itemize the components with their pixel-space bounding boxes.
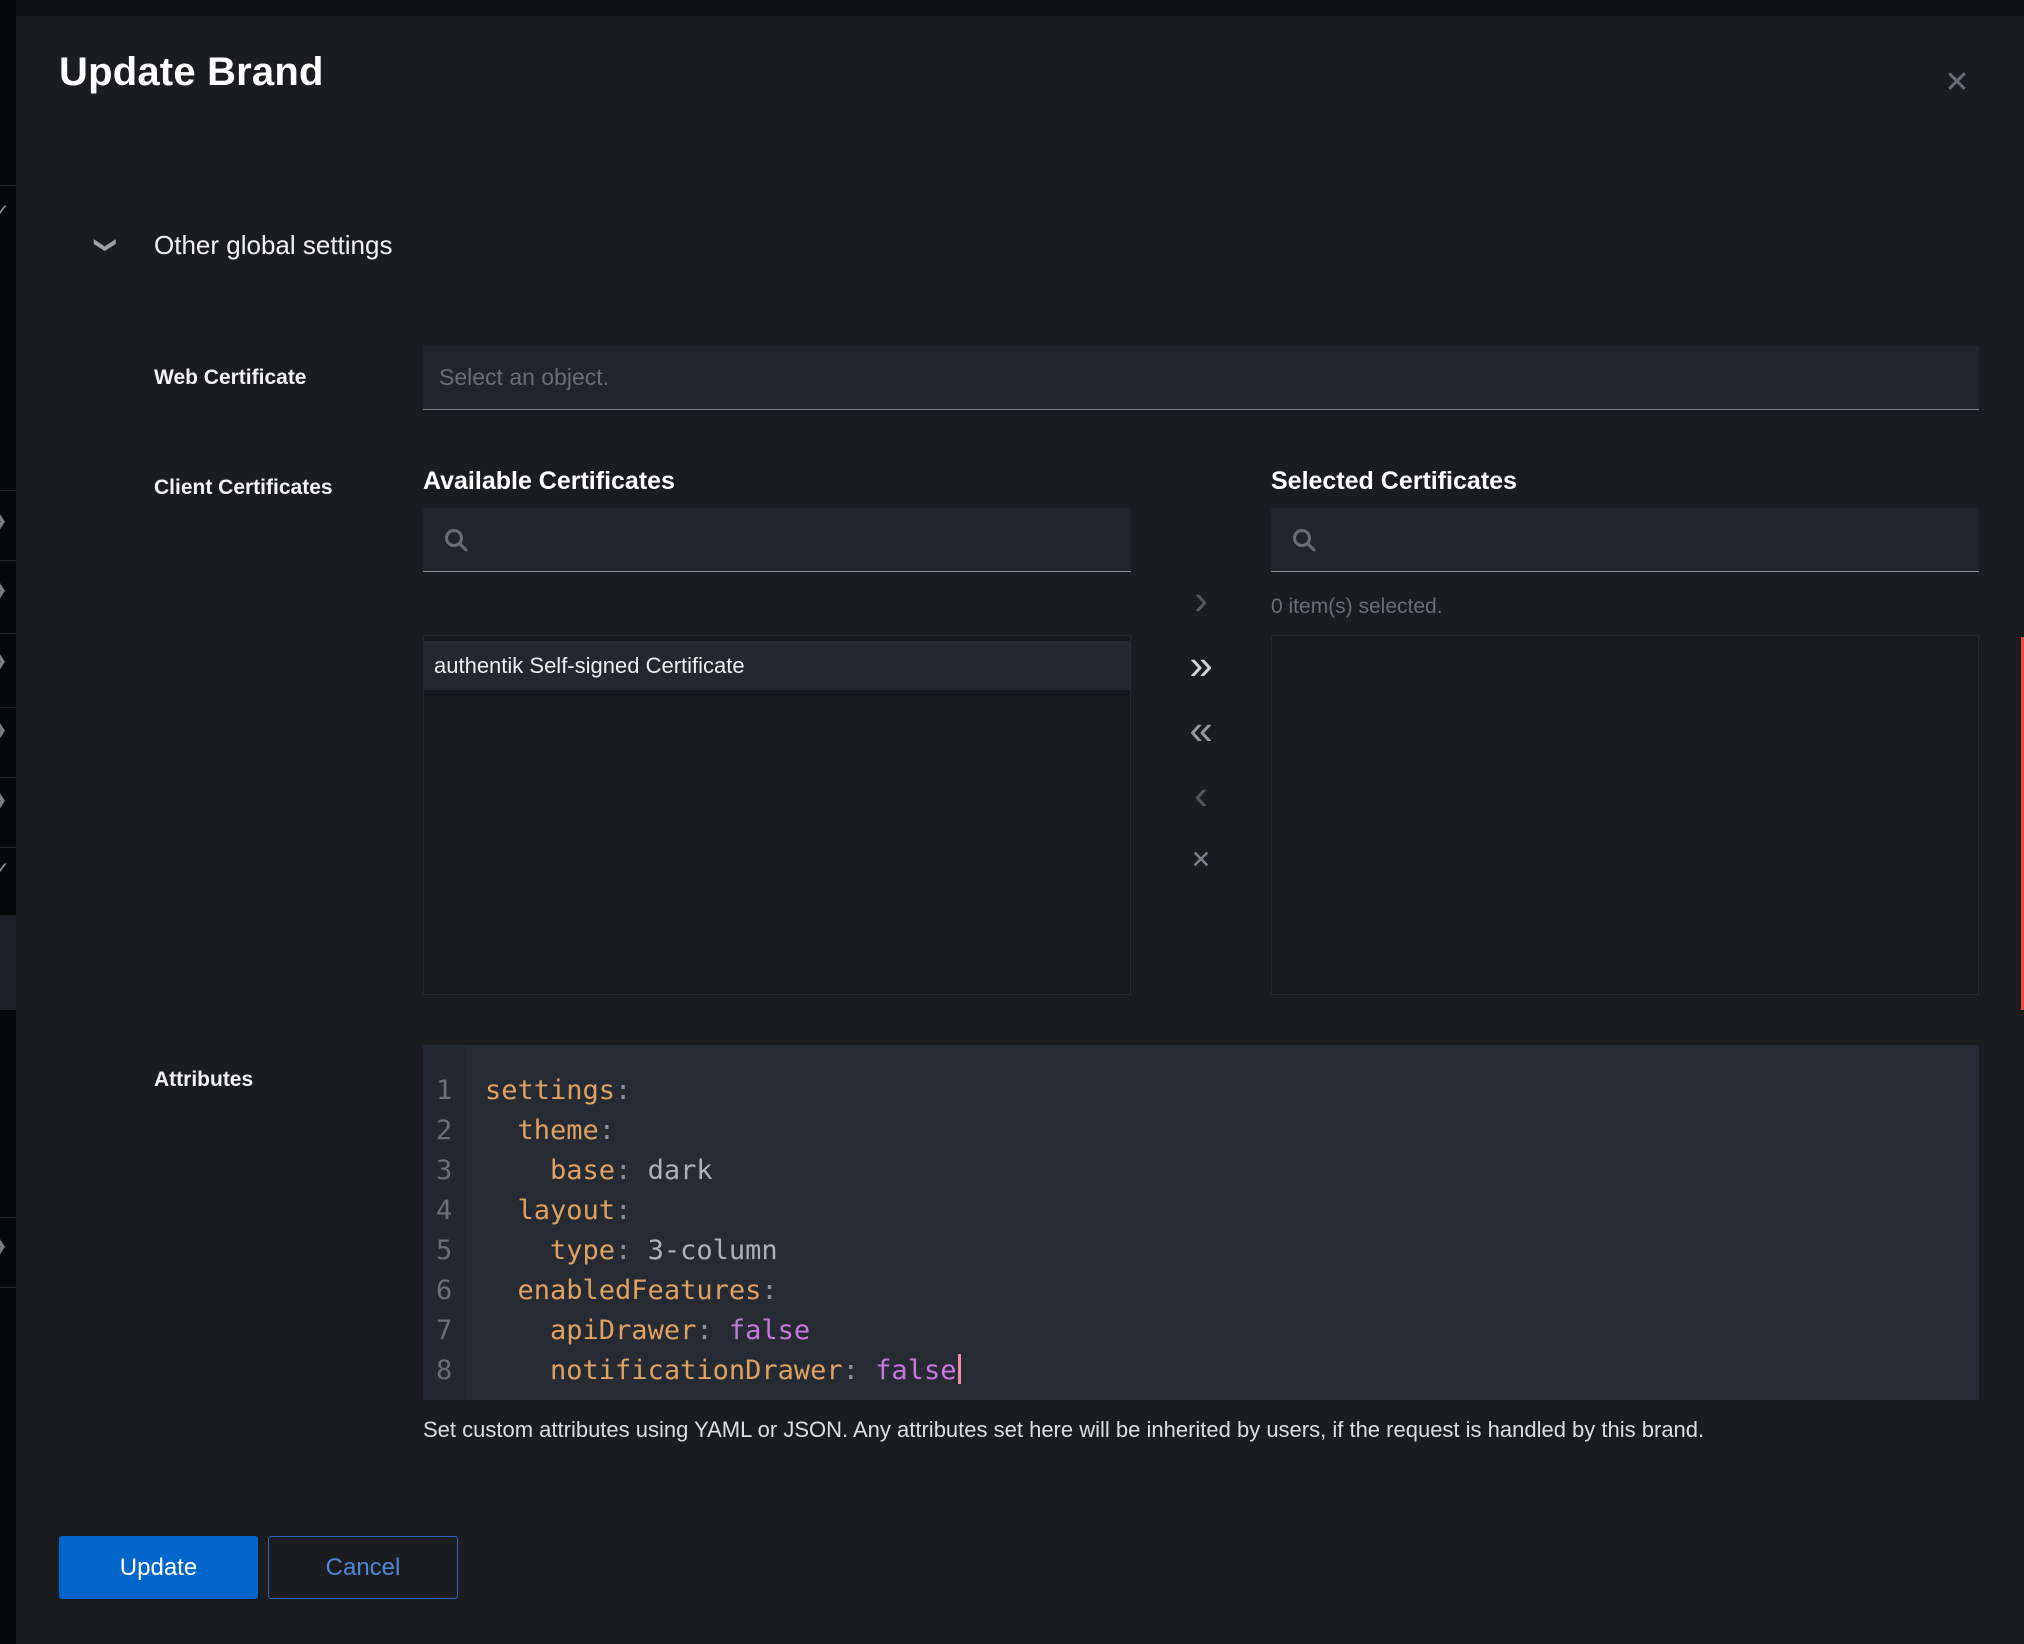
selected-certificates-column: Selected Certificates 0 item(s) selected… [1271,460,1979,1020]
selected-certificates-header: Selected Certificates [1271,467,1517,496]
chevron-right-icon: ❯ [0,580,8,600]
code-line: 1settings: [423,1071,1979,1111]
line-number: 2 [423,1111,473,1151]
check-icon: ✓ [0,202,10,222]
line-number: 8 [423,1351,473,1391]
update-button[interactable]: Update [59,1536,258,1599]
sidebar-divider [0,560,16,561]
code-line: 7 apiDrawer: false [423,1311,1979,1351]
available-certificates-header: Available Certificates [423,467,675,496]
code-line: 8 notificationDrawer: false [423,1351,1979,1391]
code-line: 4 layout: [423,1191,1979,1231]
available-list: authentik Self-signed Certificate [423,635,1131,995]
selected-count-status: 0 item(s) selected. [1271,595,1443,619]
code-line: 3 base: dark [423,1151,1979,1191]
clear-selection-button[interactable]: ✕ [1179,838,1223,882]
section-toggle-other-global-settings[interactable]: ❯ Other global settings [95,224,392,266]
text-cursor [958,1354,961,1384]
background-sidebar-sliver: ✓ ❯ ❯ ❯ ❯ ❯ ✓ ❯ [0,0,16,1644]
chevron-down-icon: ❯ [93,234,119,256]
sidebar-divider [0,847,16,848]
remove-selected-button[interactable]: ‹ [1179,773,1223,817]
line-number: 7 [423,1311,473,1351]
line-number: 5 [423,1231,473,1271]
available-search [423,508,1131,572]
search-icon [1291,527,1317,553]
web-certificate-label: Web Certificate [154,366,307,390]
search-icon [443,527,469,553]
close-icon[interactable]: ✕ [1934,60,1980,106]
attributes-code-editor[interactable]: 1settings:2 theme:3 base: dark4 layout:5… [423,1045,1979,1400]
sidebar-divider [0,1217,16,1218]
code-line: 6 enabledFeatures: [423,1271,1979,1311]
sidebar-divider [0,633,16,634]
add-selected-button[interactable]: › [1179,578,1223,622]
add-all-button[interactable]: » [1179,643,1223,687]
section-label: Other global settings [154,230,392,261]
available-search-input[interactable] [469,508,1131,571]
attributes-label: Attributes [154,1068,253,1092]
remove-all-button[interactable]: « [1179,708,1223,752]
chevron-right-icon: ❯ [0,790,8,810]
cancel-button[interactable]: Cancel [268,1536,458,1599]
list-item[interactable]: authentik Self-signed Certificate [424,641,1130,690]
chevron-right-icon: ❯ [0,720,8,740]
web-certificate-input[interactable] [423,346,1979,410]
sidebar-divider [0,1287,16,1288]
line-number: 1 [423,1071,473,1111]
attributes-help-text: Set custom attributes using YAML or JSON… [423,1416,1979,1444]
sidebar-divider [0,707,16,708]
selected-list [1271,635,1979,995]
check-icon: ✓ [0,860,10,880]
line-number: 6 [423,1271,473,1311]
selected-search-input[interactable] [1317,508,1979,571]
line-number: 3 [423,1151,473,1191]
sidebar-divider [0,185,16,186]
update-brand-modal: ✓ ❯ ❯ ❯ ❯ ❯ ✓ ❯ Update Brand ✕ ❯ Other global s… [0,0,2024,1644]
client-certificates-label: Client Certificates [154,476,333,500]
code-line: 5 type: 3-column [423,1231,1979,1271]
chevron-right-icon: ❯ [0,1236,8,1256]
sidebar-divider [0,777,16,778]
transfer-controls: › » « ‹ ✕ [1131,460,1271,882]
sidebar-divider [0,490,16,491]
chevron-right-icon: ❯ [0,651,8,671]
selected-search [1271,508,1979,572]
chevron-right-icon: ❯ [0,511,8,531]
available-certificates-column: Available Certificates authentik Self-si… [423,460,1131,1020]
code-line: 2 theme: [423,1111,1979,1151]
page-title: Update Brand [59,50,324,95]
line-number: 4 [423,1191,473,1231]
sidebar-active-item [0,915,16,1010]
